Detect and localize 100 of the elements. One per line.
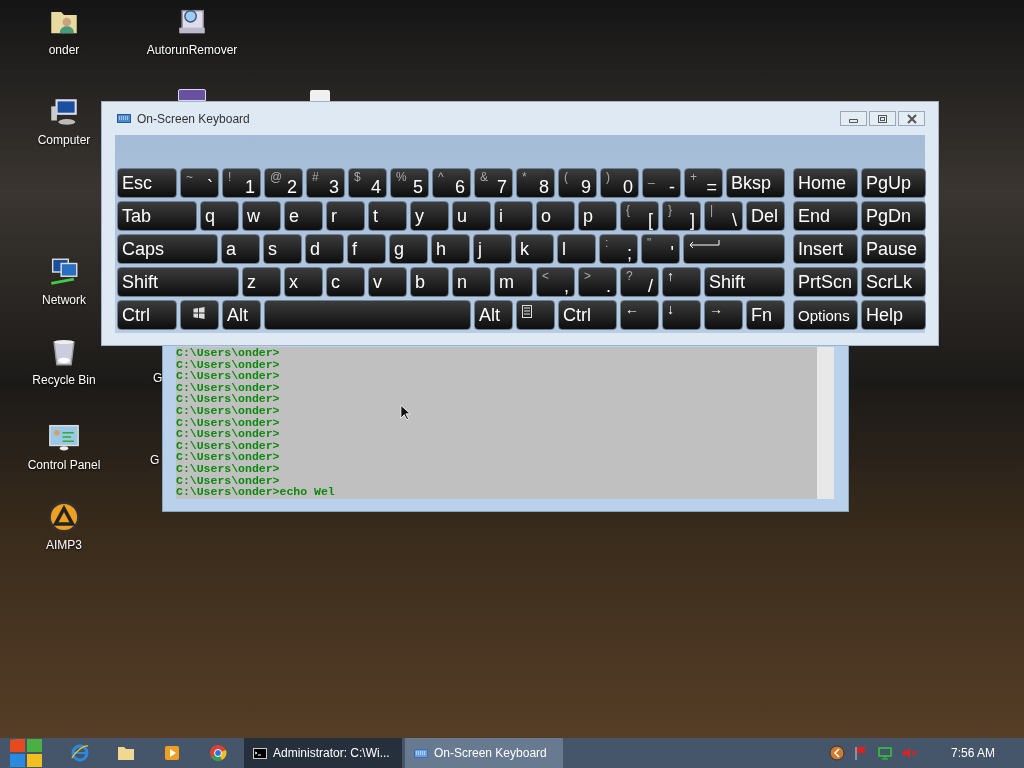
key[interactable]: n <box>452 267 491 297</box>
key[interactable]: + = <box>684 168 723 198</box>
key[interactable]: k <box>515 234 554 264</box>
key[interactable]: m <box>494 267 533 297</box>
key[interactable]: ↓ <box>662 300 701 330</box>
key[interactable]: Pause <box>861 234 926 264</box>
desktop-icon-label[interactable]: Recycle Bin <box>32 371 96 389</box>
key[interactable]: Options <box>793 300 858 330</box>
round-browser-icon[interactable] <box>208 743 228 763</box>
key[interactable]: c <box>326 267 365 297</box>
key[interactable]: Bksp <box>726 168 785 198</box>
key[interactable]: Tab <box>117 201 197 231</box>
key[interactable]: Caps <box>117 234 218 264</box>
key[interactable]: ^ 6 <box>432 168 471 198</box>
key[interactable]: a <box>221 234 260 264</box>
key[interactable]: Insert <box>793 234 858 264</box>
key[interactable]: j <box>473 234 512 264</box>
arrow-circle-icon[interactable] <box>828 745 845 761</box>
key[interactable]: Ctrl <box>558 300 617 330</box>
key[interactable]: $ 4 <box>348 168 387 198</box>
desktop-icon-label[interactable]: onder <box>48 41 80 59</box>
key[interactable]: < , <box>536 267 575 297</box>
key[interactable]: x <box>284 267 323 297</box>
desktop-icon-label[interactable]: Control Panel <box>27 456 101 474</box>
key[interactable]: l <box>557 234 596 264</box>
key[interactable]: i <box>494 201 533 231</box>
key[interactable]: ScrLk <box>861 267 926 297</box>
key[interactable]: PrtScn <box>793 267 858 297</box>
start-button[interactable] <box>10 739 42 767</box>
key[interactable]: e <box>284 201 323 231</box>
scrollbar[interactable] <box>817 347 834 499</box>
key[interactable]: Alt <box>222 300 261 330</box>
clock[interactable]: 7:56 AM <box>950 744 995 762</box>
minimize-button[interactable] <box>840 111 867 126</box>
key[interactable]: PgDn <box>861 201 926 231</box>
desktop-icon-label[interactable]: Computer <box>37 131 91 149</box>
key[interactable]: Home <box>793 168 858 198</box>
space-key[interactable] <box>264 300 471 330</box>
restore-button[interactable] <box>869 111 896 126</box>
key[interactable]: " ' <box>641 234 680 264</box>
triangle-logo-icon[interactable] <box>47 500 81 534</box>
windows-key[interactable] <box>180 300 219 330</box>
key[interactable]: End <box>793 201 858 231</box>
key[interactable]: % 5 <box>390 168 429 198</box>
key[interactable]: d <box>305 234 344 264</box>
key[interactable]: p <box>578 201 617 231</box>
key[interactable]: h <box>431 234 470 264</box>
key[interactable]: ) 0 <box>600 168 639 198</box>
key[interactable]: | \ <box>704 201 743 231</box>
taskbar-button[interactable]: On-Screen Keyboard <box>405 738 563 768</box>
key[interactable]: r <box>326 201 365 231</box>
desktop-icon-label[interactable]: Network <box>42 291 86 309</box>
key[interactable]: > . <box>578 267 617 297</box>
key[interactable]: Ctrl <box>117 300 177 330</box>
key[interactable]: → <box>704 300 743 330</box>
key[interactable]: Shift <box>117 267 239 297</box>
key[interactable]: Fn <box>746 300 785 330</box>
key[interactable]: t <box>368 201 407 231</box>
close-button[interactable] <box>898 111 925 126</box>
key[interactable]: b <box>410 267 449 297</box>
desktop-icon-label[interactable]: AIMP3 <box>46 536 82 554</box>
key[interactable]: @ 2 <box>264 168 303 198</box>
key[interactable]: { [ <box>620 201 659 231</box>
enter-key[interactable] <box>683 234 785 264</box>
key[interactable]: z <box>242 267 281 297</box>
key[interactable]: & 7 <box>474 168 513 198</box>
browser-icon[interactable] <box>70 743 90 763</box>
key[interactable]: u <box>452 201 491 231</box>
key[interactable]: f <box>347 234 386 264</box>
key[interactable]: Alt <box>474 300 513 330</box>
key[interactable]: _ - <box>642 168 681 198</box>
key[interactable]: ? / <box>620 267 659 297</box>
key[interactable]: ( 9 <box>558 168 597 198</box>
menu-key[interactable] <box>516 300 555 330</box>
key[interactable]: q <box>200 201 239 231</box>
key[interactable]: ~ ` <box>180 168 219 198</box>
key[interactable]: * 8 <box>516 168 555 198</box>
key[interactable]: s <box>263 234 302 264</box>
key[interactable]: Esc <box>117 168 177 198</box>
desktop-icon-label[interactable]: G <box>153 369 163 387</box>
key[interactable]: o <box>536 201 575 231</box>
key[interactable]: Shift <box>704 267 785 297</box>
key[interactable]: ← <box>620 300 659 330</box>
key[interactable]: w <box>242 201 281 231</box>
key[interactable]: PgUp <box>861 168 926 198</box>
play-icon[interactable] <box>162 743 182 763</box>
taskbar-button[interactable]: Administrator: C:\Wi... <box>244 738 402 768</box>
desktop-icon-label[interactable]: AutorunRemover <box>146 41 238 59</box>
key[interactable]: y <box>410 201 449 231</box>
key[interactable]: Help <box>861 300 926 330</box>
key[interactable]: ! 1 <box>222 168 261 198</box>
key[interactable]: } ] <box>662 201 701 231</box>
key[interactable]: ↑ <box>662 267 701 297</box>
desktop-icon-label[interactable]: G <box>150 451 160 469</box>
key[interactable]: g <box>389 234 428 264</box>
key[interactable]: # 3 <box>306 168 345 198</box>
monitor-icon[interactable] <box>876 745 893 761</box>
key[interactable]: : ; <box>599 234 638 264</box>
key[interactable]: Del <box>746 201 785 231</box>
key[interactable]: v <box>368 267 407 297</box>
